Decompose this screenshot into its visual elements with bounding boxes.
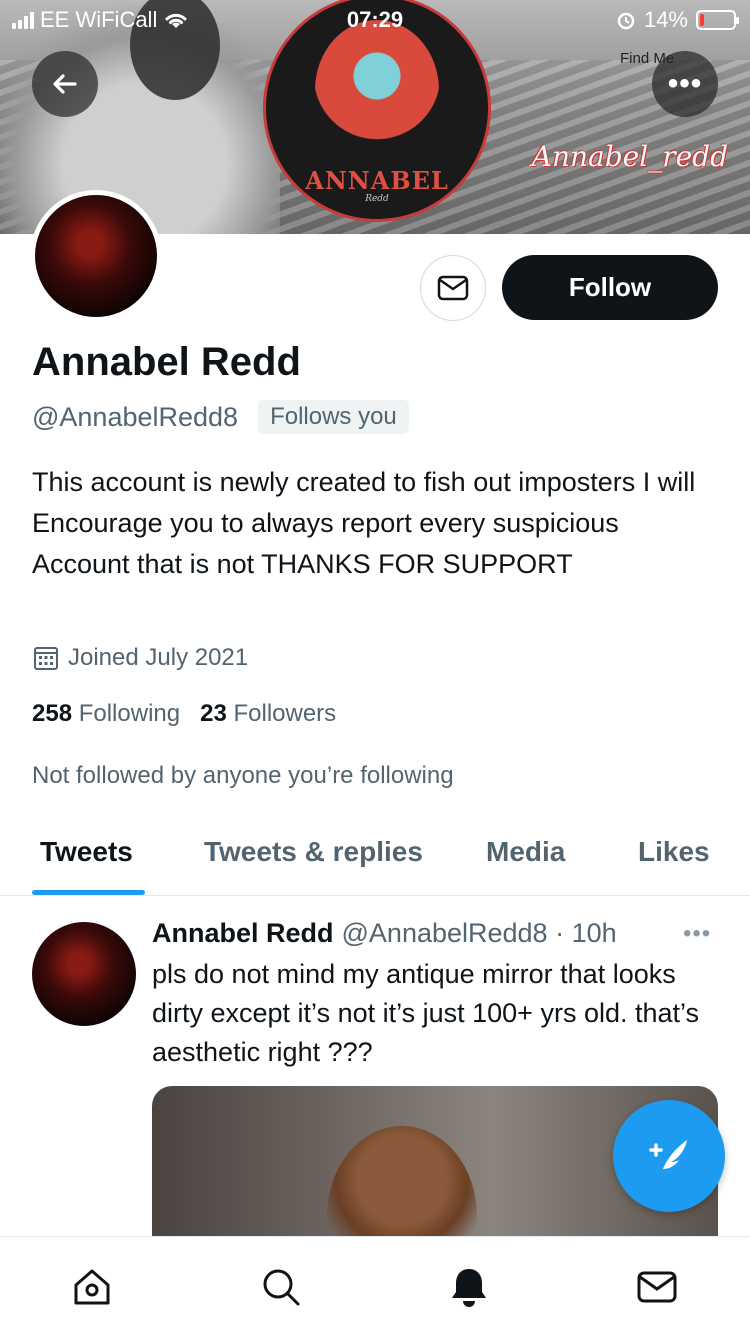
follows-you-badge: Follows you [258, 400, 409, 434]
battery-fill [700, 14, 704, 26]
following-count: 258 [32, 700, 73, 727]
followers-link[interactable]: 23 Followers [200, 700, 336, 728]
notifications-bell-icon [452, 1269, 486, 1307]
banner-logo-text: ANNABEL [305, 166, 449, 195]
profile-handle: @AnnabelRedd8 [32, 401, 239, 432]
handle-row: @AnnabelRedd8 Follows you [32, 400, 409, 434]
joined-date-row: Joined July 2021 [32, 644, 248, 672]
alarm-icon [617, 12, 635, 30]
following-label: Following [78, 700, 181, 727]
message-button[interactable] [420, 255, 486, 321]
active-tab-indicator [32, 890, 145, 895]
banner-script-text: Annabel_redd [531, 140, 728, 173]
profile-bio: This account is newly created to fish ou… [32, 467, 696, 579]
tab-media[interactable]: Media [486, 836, 565, 868]
mutual-followers-text: Not followed by anyone you’re following [32, 762, 454, 789]
signal-icon [12, 11, 34, 29]
profile-name: Annabel Redd [32, 340, 301, 384]
home-icon [74, 1269, 110, 1305]
avatar-image [35, 195, 157, 317]
status-bar: EE WiFiCall 07:29 14% [0, 0, 750, 40]
followers-count: 23 [200, 700, 227, 727]
tab-likes[interactable]: Likes [638, 836, 710, 868]
banner-logo-figure [315, 20, 439, 160]
compose-tweet-button[interactable] [613, 1100, 725, 1212]
tweet-more-button[interactable]: ••• [683, 920, 711, 948]
tweet-meta: @AnnabelRedd8 · 10h [341, 918, 617, 948]
battery-percent: 14% [643, 7, 688, 32]
tweet-author-name[interactable]: Annabel Redd [152, 918, 334, 949]
tab-tweets[interactable]: Tweets [40, 836, 133, 868]
profile-tabs: Tweets Tweets & replies Media Likes [0, 810, 750, 896]
battery-icon [696, 10, 739, 30]
carrier-label: EE WiFiCall [40, 7, 158, 32]
bottom-navigation [0, 1236, 750, 1334]
search-icon [263, 1269, 300, 1306]
tweet-text: pls do not mind my antique mirror that l… [152, 959, 700, 1067]
more-dots-icon: ••• [667, 67, 703, 100]
tweet-avatar[interactable] [32, 922, 136, 1026]
more-options-button[interactable]: ••• [652, 51, 718, 117]
following-link[interactable]: 258 Following [32, 700, 180, 728]
messages-envelope-icon [637, 1271, 677, 1303]
nav-notifications[interactable] [447, 1265, 491, 1309]
tweet-media-person [327, 1126, 477, 1246]
nav-home[interactable] [70, 1265, 114, 1309]
nav-messages[interactable] [635, 1265, 679, 1309]
calendar-icon [34, 647, 58, 670]
follow-button[interactable]: Follow [502, 255, 718, 320]
follow-counts: 258 Following 23 Followers [32, 700, 336, 728]
wifi-icon [165, 13, 187, 28]
tab-tweets-replies[interactable]: Tweets & replies [204, 836, 423, 868]
compose-quill-icon [649, 1140, 687, 1174]
followers-label: Followers [233, 700, 337, 727]
nav-search[interactable] [259, 1265, 303, 1309]
tweet-header: Annabel Redd @AnnabelRedd8 · 10h [152, 918, 617, 949]
arrow-left-icon [53, 74, 77, 94]
back-button[interactable] [32, 51, 98, 117]
joined-date: Joined July 2021 [68, 644, 249, 671]
banner-logo-subtext: Redd [365, 194, 389, 204]
envelope-icon [437, 275, 469, 301]
profile-avatar[interactable] [30, 190, 162, 322]
